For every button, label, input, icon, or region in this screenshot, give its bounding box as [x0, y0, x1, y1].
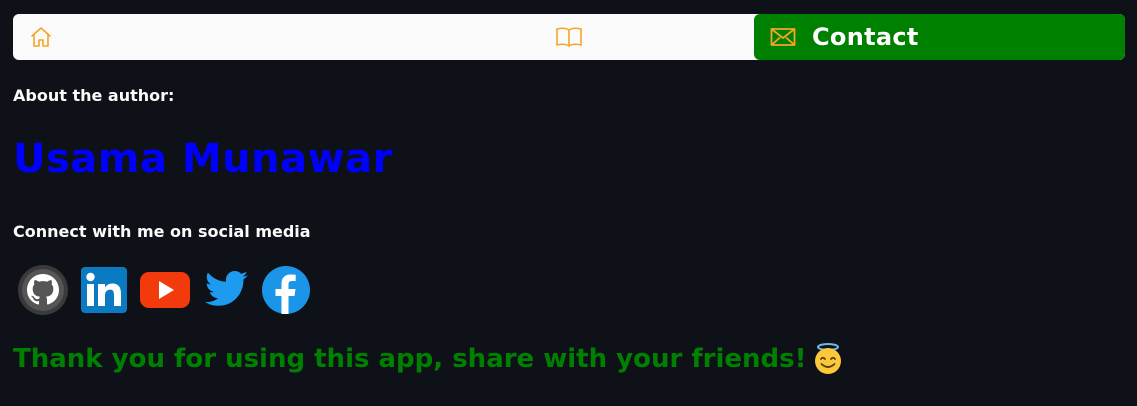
- social-links: [17, 265, 322, 315]
- thank-you-text: Thank you for using this app, share with…: [13, 344, 807, 374]
- facebook-link[interactable]: [261, 265, 311, 315]
- nav-item-contact[interactable]: Contact: [754, 14, 1125, 60]
- youtube-link[interactable]: [139, 270, 191, 310]
- book-icon: [555, 25, 583, 49]
- facebook-icon: [262, 266, 310, 314]
- author-name: Usama Munawar: [13, 136, 393, 182]
- connect-social-heading: Connect with me on social media: [13, 222, 311, 241]
- page: Contact About the author: Usama Munawar …: [0, 0, 1137, 406]
- nav-item-contact-label: Contact: [812, 23, 919, 51]
- twitter-icon: [204, 271, 248, 306]
- linkedin-icon: [81, 267, 127, 313]
- github-link[interactable]: [17, 264, 69, 316]
- linkedin-link[interactable]: [80, 266, 128, 314]
- navigation-bar: Contact: [13, 14, 1125, 60]
- home-icon: [29, 25, 53, 49]
- about-author-heading: About the author:: [13, 86, 175, 105]
- nav-item-home[interactable]: [13, 14, 383, 60]
- github-icon: [18, 265, 68, 315]
- smiling-face-with-halo-icon: [811, 342, 845, 376]
- envelope-icon: [770, 27, 796, 47]
- youtube-icon: [140, 272, 190, 308]
- thank-you-message: Thank you for using this app, share with…: [13, 342, 845, 376]
- twitter-link[interactable]: [202, 270, 250, 310]
- nav-item-book[interactable]: [383, 14, 754, 60]
